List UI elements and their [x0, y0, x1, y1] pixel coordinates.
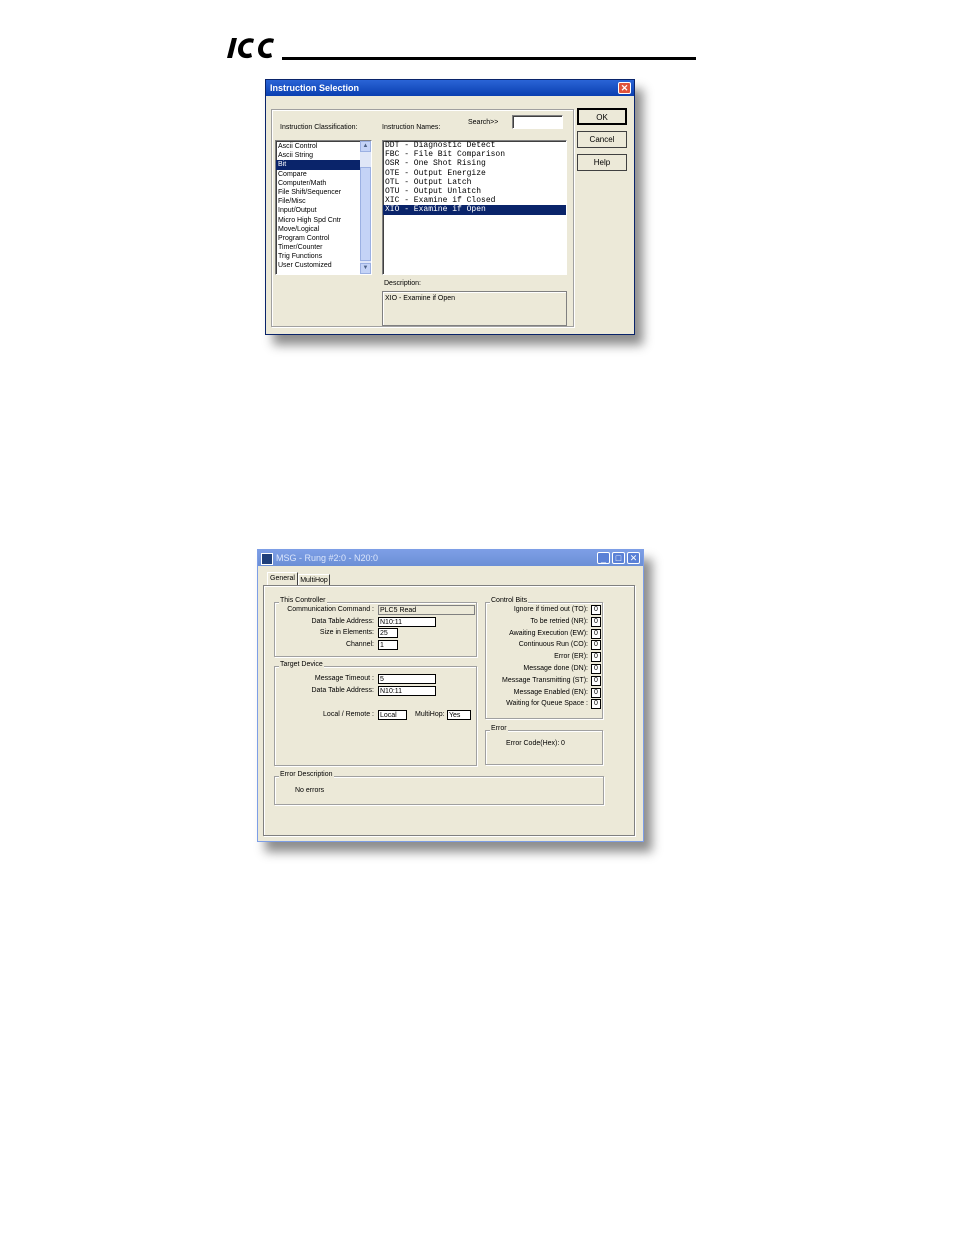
instruction-selection-dialog: Instruction Selection ✕ Instruction Clas…	[265, 79, 635, 335]
description-box: XIO - Examine if Open	[382, 291, 567, 326]
classification-item[interactable]: Ascii Control	[276, 142, 360, 151]
target-device-legend: Target Device	[279, 661, 324, 668]
instruction-item[interactable]: FBC - File Bit Comparison	[383, 150, 566, 159]
control-bit-label: Continuous Run (CO):	[518, 641, 588, 649]
multihop-label: MultiHop:	[415, 711, 445, 718]
tab-general[interactable]: General	[267, 572, 298, 585]
control-bit-value: 0	[591, 628, 601, 639]
control-bits-legend: Control Bits	[490, 597, 529, 604]
control-bit-label: Message Enabled (EN):	[513, 688, 588, 696]
classification-item[interactable]: File/Misc	[276, 197, 360, 206]
control-bit-label: Message done (DN):	[523, 665, 588, 672]
target-address-label: Data Table Address:	[311, 687, 374, 694]
control-bit-value: 0	[591, 652, 601, 663]
msg-dialog: MSG - Rung #2:0 - N20:0 _ □ ✕ General Mu…	[257, 549, 644, 842]
app-icon	[261, 553, 273, 565]
tab-multihop[interactable]: MultiHop	[298, 574, 330, 585]
help-button[interactable]: Help	[577, 154, 627, 171]
maximize-icon[interactable]: □	[612, 552, 625, 564]
controller-field-value[interactable]: 1	[378, 640, 398, 651]
instruction-item[interactable]: DDT - Diagnostic Detect	[383, 141, 566, 150]
control-bit-value: 0	[591, 616, 601, 627]
dialog-titlebar: Instruction Selection ✕	[266, 80, 634, 96]
instruction-item[interactable]: OSR - One Shot Rising	[383, 159, 566, 168]
classification-item[interactable]: User Customized	[276, 261, 360, 270]
controller-field-value: PLC5 Read	[378, 605, 475, 615]
classification-item[interactable]: Trig Functions	[276, 252, 360, 261]
close-icon[interactable]: ✕	[618, 82, 631, 94]
scroll-up-icon[interactable]: ▲	[360, 141, 371, 152]
classification-item[interactable]: Compare	[276, 170, 360, 179]
scroll-down-icon[interactable]: ▼	[360, 263, 371, 274]
instruction-names-list[interactable]: DDT - Diagnostic Detect FBC - File Bit Co…	[382, 140, 567, 275]
description-label: Description:	[384, 280, 421, 287]
control-bit-label: Ignore if timed out (TO):	[513, 606, 588, 613]
control-bit-label: To be retried (NR):	[530, 617, 588, 625]
message-timeout-label: Message Timeout :	[314, 675, 374, 682]
control-bit-label: Awaiting Execution (EW):	[509, 629, 588, 637]
minimize-icon[interactable]: _	[597, 552, 610, 564]
target-address-field[interactable]: N10:11	[378, 686, 436, 696]
control-bit-value: 0	[591, 640, 601, 651]
classification-list[interactable]: Ascii Control Ascii String Bit Compare Compu…	[275, 140, 372, 275]
scroll-thumb[interactable]	[360, 167, 371, 261]
instruction-item[interactable]: OTE - Output Energize	[383, 169, 566, 178]
ok-button[interactable]: OK	[577, 108, 627, 125]
classification-item[interactable]: Timer/Counter	[276, 243, 360, 252]
this-controller-legend: This Controller	[279, 597, 327, 604]
control-bit-value: 0	[591, 687, 601, 698]
control-bit-label: Waiting for Queue Space :	[506, 700, 588, 708]
controller-field-label: Communication Command :	[287, 606, 374, 613]
controller-field-value[interactable]: N10:11	[378, 616, 436, 627]
multihop-select[interactable]: Yes	[447, 710, 471, 720]
local-remote-label: Local / Remote :	[323, 711, 374, 718]
error-code-label: Error Code(Hex):	[506, 740, 560, 747]
message-timeout-field[interactable]: 5	[378, 674, 436, 684]
error-description-legend: Error Description	[279, 771, 334, 778]
classification-item[interactable]: Micro High Spd Cntr	[276, 216, 360, 225]
classification-label: Instruction Classification:	[280, 124, 358, 131]
control-bit-value: 0	[591, 664, 601, 674]
control-bit-value: 0	[591, 675, 601, 686]
controller-field-label: Data Table Address:	[311, 617, 374, 625]
control-bit-label: Error (ER):	[554, 653, 588, 661]
classification-item[interactable]: Move/Logical	[276, 225, 360, 234]
control-bit-label: Message Transmitting (ST):	[502, 676, 588, 684]
control-bit-value: 0	[591, 605, 601, 615]
instruction-item[interactable]: OTL - Output Latch	[383, 178, 566, 187]
header-rule	[282, 57, 696, 60]
search-input[interactable]	[512, 115, 563, 129]
error-code-value: 0	[561, 740, 565, 747]
instruction-item[interactable]: XIO - Examine if Open	[383, 205, 566, 215]
error-description-text: No errors	[295, 787, 325, 794]
classification-item[interactable]: Input/Output	[276, 206, 360, 215]
dialog-title: Instruction Selection	[270, 83, 360, 93]
control-bit-value: 0	[591, 699, 601, 710]
controller-field-label: Channel:	[345, 641, 374, 649]
instruction-item[interactable]: OTU - Output Unlatch	[383, 187, 566, 196]
classification-item[interactable]: Ascii String	[276, 151, 360, 160]
search-label: Search>>	[468, 119, 499, 126]
classification-item[interactable]: Computer/Math	[276, 179, 360, 188]
error-legend: Error	[490, 725, 508, 732]
description-text: XIO - Examine if Open	[385, 295, 456, 302]
classification-item[interactable]: Program Control	[276, 234, 360, 243]
instruction-names-label: Instruction Names:	[382, 124, 441, 131]
msg-title: MSG - Rung #2:0 - N20:0	[276, 553, 379, 563]
instruction-item[interactable]: XIC - Examine if Closed	[383, 196, 566, 205]
close-icon[interactable]: ✕	[627, 552, 640, 564]
error-group	[485, 730, 603, 765]
icc-logo	[227, 38, 274, 59]
local-remote-select[interactable]: Local	[378, 710, 407, 720]
cancel-button[interactable]: Cancel	[577, 131, 627, 148]
controller-field-value[interactable]: 25	[378, 628, 398, 639]
classification-item[interactable]: Bit	[276, 160, 360, 170]
msg-titlebar: MSG - Rung #2:0 - N20:0 _ □ ✕	[258, 550, 643, 566]
classification-item[interactable]: File Shift/Sequencer	[276, 188, 360, 197]
controller-field-label: Size in Elements:	[319, 629, 374, 637]
